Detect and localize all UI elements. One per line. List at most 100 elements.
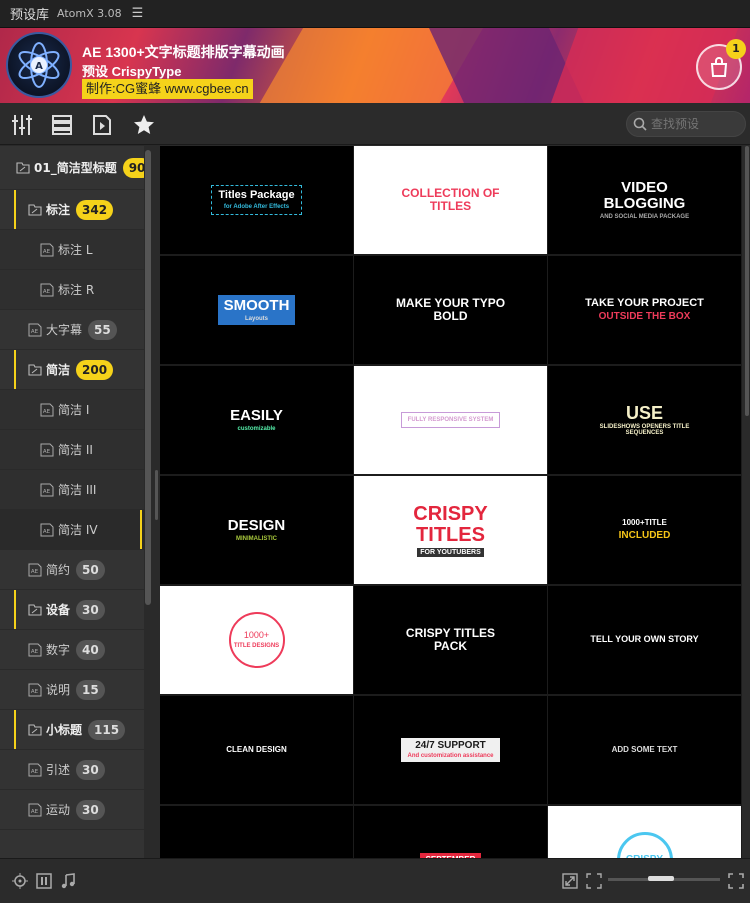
- search-box[interactable]: [626, 111, 746, 137]
- sidebar-item[interactable]: 01_简洁型标题 907: [0, 146, 152, 190]
- thumbnail-title: TELL YOUR OWN STORY: [590, 634, 699, 645]
- grid-scrollbar[interactable]: [744, 146, 750, 858]
- svg-text:A: A: [35, 61, 43, 72]
- title-bar: 预设库 AtomX 3.08 ☰: [0, 0, 750, 28]
- sidebar-item[interactable]: 简洁 200: [0, 350, 152, 390]
- menu-icon[interactable]: ☰: [132, 6, 144, 21]
- preset-thumbnail[interactable]: EASILY customizable: [160, 366, 353, 474]
- preset-thumbnail[interactable]: CRISPY: [548, 806, 741, 858]
- thumbnail-size-slider[interactable]: [608, 876, 720, 881]
- sidebar-item[interactable]: 小标题 115: [0, 710, 152, 750]
- svg-text:AE: AE: [43, 409, 51, 415]
- preset-thumbnail[interactable]: SMOOTH Layouts: [160, 256, 353, 364]
- sidebar-item[interactable]: 标注 342: [0, 190, 152, 230]
- target-icon[interactable]: [12, 873, 28, 889]
- preset-thumbnail[interactable]: COLLECTION OF TITLES: [354, 146, 547, 254]
- svg-text:AE: AE: [43, 249, 51, 255]
- count-badge: 30: [76, 799, 105, 820]
- sidebar-item-label: 设备: [46, 603, 71, 617]
- sidebar-item-label: 数字: [46, 643, 71, 657]
- svg-text:AE: AE: [43, 529, 51, 535]
- thumbnail-title: Titles Package: [218, 189, 295, 202]
- fit-icon[interactable]: [562, 873, 578, 889]
- preset-thumbnail[interactable]: 1000+ TITLE DESIGNS: [160, 586, 353, 694]
- thumbnail-title: SMOOTH: [223, 297, 290, 315]
- thumbnail-title: FULLY RESPONSIVE SYSTEM: [407, 416, 494, 423]
- sliders-icon[interactable]: [10, 113, 34, 137]
- thumbnail-subtitle: OUTSIDE THE BOX: [598, 311, 691, 323]
- sidebar-item-label: 01_简洁型标题: [34, 161, 117, 175]
- preset-thumbnail[interactable]: CRISPY TITLES PACK: [354, 586, 547, 694]
- sidebar-item-label: 小标题: [46, 723, 83, 737]
- preset-thumbnail[interactable]: 1000+TITLE INCLUDED: [548, 476, 741, 584]
- svg-text:AE: AE: [31, 569, 39, 575]
- count-badge: 40: [76, 639, 105, 660]
- sidebar-item[interactable]: AE 简洁 II: [0, 430, 152, 470]
- preset-thumbnail[interactable]: TAKE YOUR PROJECT OUTSIDE THE BOX: [548, 256, 741, 364]
- sidebar-item[interactable]: 设备 30: [0, 590, 152, 630]
- preset-thumbnail[interactable]: Titles Package for Adobe After Effects: [160, 146, 353, 254]
- sidebar-item[interactable]: AE 数字 40: [0, 630, 152, 670]
- sidebar-item[interactable]: AE 运动 30: [0, 790, 152, 830]
- thumbnail-title: COLLECTION OF TITLES: [401, 186, 500, 213]
- search-input[interactable]: [651, 117, 741, 131]
- star-icon[interactable]: [132, 113, 156, 137]
- thumbnail-subtitle: And customization assistance: [407, 753, 494, 760]
- small-size-icon[interactable]: [586, 873, 602, 889]
- thumbnail-subtitle: SLIDESHOWS OPENERS TITLE SEQUENCES: [599, 424, 690, 437]
- sidebar-scroll-thumb[interactable]: [145, 150, 151, 605]
- preset-thumbnail[interactable]: VIDEO BLOGGING AND SOCIAL MEDIA PACKAGE: [548, 146, 741, 254]
- grid-scroll-thumb[interactable]: [745, 146, 749, 416]
- sidebar-item[interactable]: AE 引述 30: [0, 750, 152, 790]
- sidebar-item-label: 简洁 IV: [58, 523, 98, 537]
- preset-thumbnail[interactable]: CLEAN DESIGN: [160, 696, 353, 804]
- pause-icon[interactable]: [36, 873, 52, 889]
- version-label: AtomX 3.08: [57, 7, 122, 20]
- sidebar-item[interactable]: AE 简洁 I: [0, 390, 152, 430]
- preset-thumbnail[interactable]: 24/7 SUPPORT And customization assistance: [354, 696, 547, 804]
- panel-divider-handle[interactable]: [155, 470, 158, 520]
- thumbnail-title: CRISPY TITLES PACK: [405, 626, 496, 653]
- preset-thumbnail[interactable]: MAKE YOUR TYPO BOLD: [354, 256, 547, 364]
- window-title: 预设库: [10, 8, 50, 23]
- thumbnail-title: DESIGN: [227, 517, 286, 535]
- thumbnail-title: ADD SOME TEXT: [611, 744, 678, 754]
- sidebar-item[interactable]: AE 标注 R: [0, 270, 152, 310]
- cart-count-badge: 1: [726, 39, 746, 59]
- preset-thumbnail[interactable]: TELL YOUR OWN STORY: [548, 586, 741, 694]
- svg-text:AE: AE: [31, 769, 39, 775]
- preset-thumbnail[interactable]: SEPTEMBER: [354, 806, 547, 858]
- sidebar-item[interactable]: AE 简洁 III: [0, 470, 152, 510]
- count-badge: 55: [88, 319, 117, 340]
- svg-text:AE: AE: [31, 329, 39, 335]
- large-size-icon[interactable]: [728, 873, 744, 889]
- folder-icon: [28, 363, 42, 377]
- sidebar-item-label: 简洁 II: [58, 443, 93, 457]
- thumbnail-title: USE: [625, 402, 663, 423]
- sidebar-item-label: 标注 L: [58, 243, 93, 257]
- preset-thumbnail[interactable]: ADD SOME TEXT: [548, 696, 741, 804]
- preset-thumbnail[interactable]: FULLY RESPONSIVE SYSTEM: [354, 366, 547, 474]
- banner-credit: 制作:CG蜜蜂 www.cgbee.cn: [82, 79, 253, 99]
- sidebar-item[interactable]: AE 说明 15: [0, 670, 152, 710]
- preset-thumbnail[interactable]: USE SLIDESHOWS OPENERS TITLE SEQUENCES: [548, 366, 741, 474]
- count-badge: 50: [76, 559, 105, 580]
- ae-file-icon: AE: [28, 323, 42, 337]
- svg-text:AE: AE: [31, 689, 39, 695]
- slider-knob[interactable]: [648, 876, 674, 881]
- sidebar-item[interactable]: AE 简洁 IV: [0, 510, 152, 550]
- ae-file-icon: AE: [40, 243, 54, 257]
- preset-thumbnail[interactable]: [160, 806, 353, 858]
- music-icon[interactable]: [60, 873, 76, 889]
- play-icon[interactable]: [90, 113, 114, 137]
- sidebar-item[interactable]: AE 简约 50: [0, 550, 152, 590]
- list-icon[interactable]: [50, 113, 74, 137]
- preset-thumbnail[interactable]: CRISPY TITLES FOR YOUTUBERS: [354, 476, 547, 584]
- sidebar-item[interactable]: AE 大字幕 55: [0, 310, 152, 350]
- preset-thumbnail[interactable]: DESIGN MINIMALISTIC: [160, 476, 353, 584]
- promo-banner[interactable]: A AE 1300+文字标题排版字幕动画 预设 CrispyType 制作:CG…: [0, 28, 750, 103]
- svg-text:AE: AE: [43, 289, 51, 295]
- svg-text:AE: AE: [43, 489, 51, 495]
- sidebar-item[interactable]: AE 标注 L: [0, 230, 152, 270]
- thumbnail-title: TAKE YOUR PROJECT: [585, 296, 704, 309]
